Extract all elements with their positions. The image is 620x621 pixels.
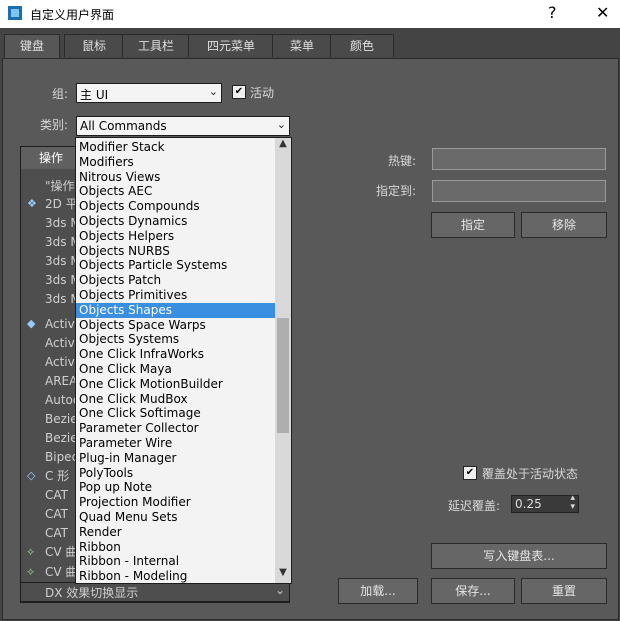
list-item[interactable]: CV 曲 — [45, 543, 77, 561]
dropdown-item[interactable]: Render — [79, 525, 122, 540]
hotkey-label: 热键: — [388, 154, 417, 168]
list-item[interactable]: Bezie — [45, 429, 78, 447]
tab-toolbars[interactable]: 工具栏 — [122, 34, 190, 57]
category-dropdown[interactable]: Modifier Stack Modifiers Nitrous Views Obje… — [75, 137, 292, 584]
tab-colors[interactable]: 颜色 — [330, 34, 394, 57]
scroll-thumb[interactable] — [277, 318, 289, 433]
group-value: 主 UI — [80, 88, 109, 102]
list-item: DX 效果切换显示 — [45, 586, 139, 600]
list-item[interactable]: CV 曲 — [45, 563, 77, 581]
list-item[interactable]: 2D 平 — [45, 195, 78, 213]
title-bar: 自定义用户界面 ? ✕ — [0, 0, 620, 28]
help-button[interactable]: ? — [548, 3, 557, 22]
write-keyboard-chart-button[interactable]: 写入键盘表... — [431, 543, 607, 569]
bottom-list-row[interactable]: DX 效果切换显示 ⌄ — [20, 582, 290, 602]
dropdown-item[interactable]: PolyTools — [79, 466, 133, 481]
override-label: 覆盖处于活动状态 — [482, 467, 579, 481]
delay-value: 0.25 — [515, 497, 542, 511]
list-item[interactable]: "操作 — [45, 177, 75, 195]
action-column-header[interactable]: 操作 — [21, 147, 82, 169]
load-button[interactable]: 加载... — [338, 578, 418, 604]
window-title: 自定义用户界面 — [30, 8, 115, 22]
dropdown-item[interactable]: Projection Modifier — [79, 495, 191, 510]
app-icon — [8, 6, 22, 20]
dropdown-item[interactable]: Parameter Wire — [79, 436, 172, 451]
dropdown-item[interactable]: One Click MotionBuilder — [79, 377, 223, 392]
c-shape-icon: ◇ — [27, 469, 36, 482]
chevron-down-icon: ⌄ — [208, 85, 218, 98]
dropdown-item[interactable]: Objects Patch — [79, 273, 161, 288]
dropdown-item[interactable]: One Click InfraWorks — [79, 347, 204, 362]
reset-button[interactable]: 重置 — [521, 578, 607, 604]
active-label: 活动 — [250, 86, 275, 100]
remove-button[interactable]: 移除 — [521, 212, 607, 238]
dropdown-item[interactable]: Ribbon - Modeling — [79, 569, 187, 583]
dropdown-item[interactable]: Objects Systems — [79, 332, 179, 347]
dropdown-item[interactable]: One Click MudBox — [79, 392, 188, 407]
dropdown-item[interactable]: Objects Helpers — [79, 229, 174, 244]
hotkey-field[interactable] — [432, 148, 606, 170]
list-item[interactable]: AREA — [45, 372, 77, 390]
save-button[interactable]: 保存... — [431, 578, 515, 604]
tab-keyboard[interactable]: 键盘 — [4, 34, 60, 59]
dropdown-item[interactable]: Pop up Note — [79, 480, 152, 495]
assigned-to-field[interactable] — [432, 180, 606, 202]
tab-quad-menus[interactable]: 四元菜单 — [188, 34, 274, 57]
folder-icon: ❖ — [27, 197, 37, 210]
tab-mouse[interactable]: 鼠标 — [64, 34, 124, 57]
dropdown-item[interactable]: Objects Space Warps — [79, 318, 206, 333]
dropdown-item[interactable]: Ribbon — [79, 540, 121, 555]
dropdown-item[interactable]: One Click Maya — [79, 362, 172, 377]
dropdown-item[interactable]: Objects AEC — [79, 184, 152, 199]
assign-button[interactable]: 指定 — [431, 212, 515, 238]
list-item[interactable]: CAT — [45, 486, 68, 504]
group-label: 组: — [52, 87, 69, 101]
tab-bar: 键盘 鼠标 工具栏 四元菜单 菜单 颜色 — [0, 34, 620, 59]
spin-down-icon[interactable]: ▾ — [570, 502, 575, 512]
dropdown-item[interactable]: Objects Compounds — [79, 199, 200, 214]
delay-override-spinner[interactable]: 0.25 ▴ ▾ — [511, 493, 579, 513]
group-combo[interactable]: 主 UI ⌄ — [76, 83, 222, 103]
assigned-to-label: 指定到: — [376, 184, 417, 198]
dropdown-item[interactable]: Objects Primitives — [79, 288, 187, 303]
scroll-up-icon[interactable]: ▲ — [275, 138, 291, 154]
tab-menus[interactable]: 菜单 — [272, 34, 332, 57]
active-checkbox[interactable]: ✔ — [232, 85, 246, 99]
dropdown-item[interactable]: Objects Dynamics — [79, 214, 187, 229]
category-label: 类别: — [40, 118, 69, 132]
list-item[interactable]: C 形 — [45, 467, 69, 485]
scroll-down-icon[interactable]: ▼ — [275, 567, 291, 583]
dropdown-item[interactable]: Objects Particle Systems — [79, 258, 227, 273]
chevron-down-icon: ⌄ — [276, 118, 286, 131]
close-button[interactable]: ✕ — [596, 3, 609, 22]
dropdown-item[interactable]: Quad Menu Sets — [79, 510, 178, 525]
list-item[interactable]: Bezie — [45, 410, 78, 428]
dropdown-scrollbar[interactable]: ▲ ▼ — [275, 138, 291, 583]
chevron-down-icon: ⌄ — [274, 583, 285, 597]
category-value: All Commands — [80, 119, 167, 133]
dropdown-item[interactable]: Parameter Collector — [79, 421, 199, 436]
dropdown-item[interactable]: Plug-in Manager — [79, 451, 176, 466]
dropdown-item[interactable]: Objects NURBS — [79, 244, 170, 259]
list-item[interactable]: CAT — [45, 524, 68, 542]
dropdown-item[interactable]: One Click Softimage — [79, 406, 201, 421]
active-shade-icon: ◆ — [27, 317, 36, 330]
cv-curve-icon: ⟡ — [27, 545, 35, 558]
delay-override-label: 延迟覆盖: — [448, 499, 501, 513]
cv-curve-icon: ⟡ — [27, 565, 35, 578]
category-combo[interactable]: All Commands ⌄ — [76, 116, 290, 136]
dropdown-item[interactable]: Objects Shapes — [76, 302, 275, 318]
list-item[interactable]: CAT — [45, 505, 68, 523]
dropdown-item[interactable]: Ribbon - Internal — [79, 554, 179, 569]
dropdown-item[interactable]: Modifiers — [79, 155, 134, 170]
dropdown-item[interactable]: Modifier Stack — [79, 140, 165, 155]
dropdown-item[interactable]: Nitrous Views — [79, 170, 160, 185]
override-checkbox[interactable]: ✔ — [463, 466, 477, 480]
